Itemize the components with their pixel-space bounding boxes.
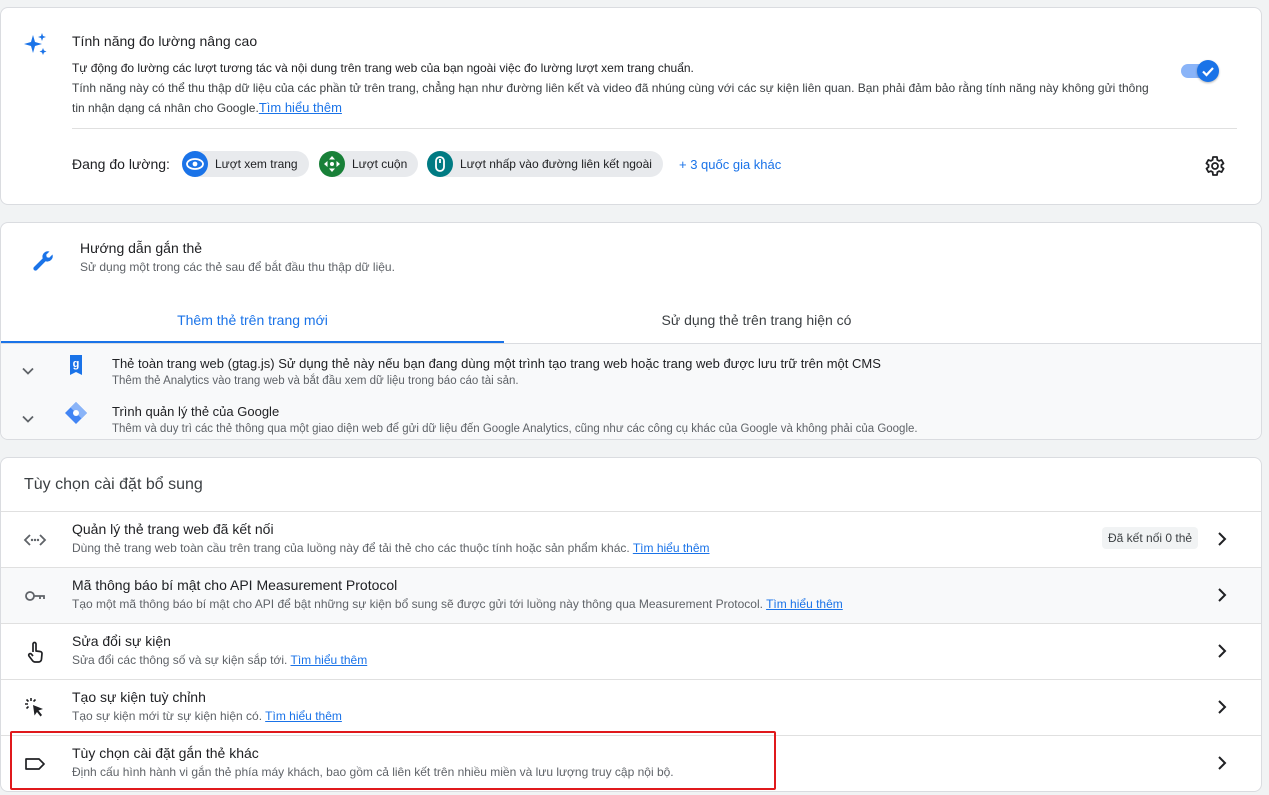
more-events-link[interactable]: + 3 quốc gia khác — [679, 157, 781, 172]
row-title: Sửa đổi sự kiện — [72, 633, 171, 649]
label-icon — [25, 758, 45, 770]
scroll-icon — [319, 151, 345, 177]
key-icon — [25, 591, 45, 601]
learn-more-link[interactable]: Tìm hiểu thêm — [265, 709, 342, 723]
row-other-tag-settings[interactable]: Tùy chọn cài đặt gắn thẻ khác Định cấu h… — [1, 735, 1261, 791]
click-icon — [25, 698, 43, 717]
eye-icon — [182, 151, 208, 177]
touch-icon — [27, 641, 43, 663]
chevron-right-icon[interactable] — [1212, 753, 1232, 773]
gear-icon[interactable] — [1202, 154, 1226, 178]
enhanced-measurement-card: Tính năng đo lường nâng cao Tự động đo l… — [0, 7, 1262, 205]
option-desc: Thêm thẻ Analytics vào trang web và bắt … — [112, 375, 519, 387]
chip-label: Lượt xem trang — [215, 157, 298, 171]
row-desc-text: Dùng thẻ trang web toàn cầu trên trang c… — [72, 541, 630, 555]
chip-label: Lượt nhấp vào đường liên kết ngoài — [460, 157, 652, 171]
chevron-down-icon[interactable] — [19, 410, 37, 428]
row-desc: Định cấu hình hành vi gắn thẻ phía máy k… — [72, 765, 674, 779]
chip-page-views: Lượt xem trang — [182, 151, 309, 177]
learn-more-link[interactable]: Tìm hiểu thêm — [259, 100, 342, 115]
row-desc-text: Tạo sự kiện mới từ sự kiện hiện có. — [72, 709, 263, 723]
learn-more-link[interactable]: Tìm hiểu thêm — [633, 541, 710, 555]
gtag-icon: g — [70, 355, 82, 375]
chevron-right-icon[interactable] — [1212, 641, 1232, 661]
learn-more-link[interactable]: Tìm hiểu thêm — [766, 597, 843, 611]
chip-outbound-clicks: Lượt nhấp vào đường liên kết ngoài — [427, 151, 663, 177]
connected-count-badge: Đã kết nối 0 thẻ — [1102, 527, 1199, 549]
option-desc: Thêm và duy trì các thẻ thông qua một gi… — [112, 423, 918, 435]
divider — [72, 128, 1237, 129]
chip-label: Lượt cuộn — [352, 157, 408, 171]
enhanced-desc-1: Tự động đo lường các lượt tương tác và n… — [72, 61, 694, 75]
row-title: Mã thông báo bí mật cho API Measurement … — [72, 577, 398, 593]
option-title: Trình quản lý thẻ của Google — [112, 404, 280, 419]
row-desc: Sửa đổi các thông số và sự kiện sắp tới.… — [72, 653, 367, 667]
row-mp-secret[interactable]: Mã thông báo bí mật cho API Measurement … — [1, 567, 1261, 623]
row-desc: Tạo một mã thông báo bí mật cho API để b… — [72, 597, 843, 611]
sparkle-icon — [24, 33, 47, 55]
toggle-knob — [1197, 60, 1219, 82]
additional-settings-card: Tùy chọn cài đặt bổ sung Quản lý thẻ tra… — [0, 457, 1262, 792]
row-connected-tags[interactable]: Quản lý thẻ trang web đã kết nối Dùng th… — [1, 511, 1261, 567]
chip-scrolls: Lượt cuộn — [319, 151, 419, 177]
chevron-right-icon[interactable] — [1212, 585, 1232, 605]
mouse-icon — [427, 151, 453, 177]
svg-text:g: g — [73, 358, 80, 370]
row-desc-text: Tạo một mã thông báo bí mật cho API để b… — [72, 597, 763, 611]
option-gtm[interactable]: Trình quản lý thẻ của Google Thêm và duy… — [1, 396, 1261, 440]
tab-existing-page[interactable]: Sử dụng thẻ trên trang hiện có — [504, 312, 1009, 342]
additional-heading: Tùy chọn cài đặt bổ sung — [24, 476, 203, 493]
check-icon — [1202, 67, 1214, 77]
tag-options: g Thẻ toàn trang web (gtag.js) Sử dụng t… — [1, 344, 1261, 439]
row-title: Tạo sự kiện tuỳ chỉnh — [72, 689, 206, 705]
measuring-label: Đang đo lường: — [72, 156, 170, 172]
row-modify-events[interactable]: Sửa đổi sự kiện Sửa đổi các thông số và … — [1, 623, 1261, 679]
option-gtag[interactable]: g Thẻ toàn trang web (gtag.js) Sử dụng t… — [1, 348, 1261, 392]
row-create-events[interactable]: Tạo sự kiện tuỳ chỉnh Tạo sự kiện mới từ… — [1, 679, 1261, 735]
tagging-instructions-card: Hướng dẫn gắn thẻ Sử dụng một trong các … — [0, 222, 1262, 440]
row-title: Tùy chọn cài đặt gắn thẻ khác — [72, 745, 259, 761]
gtm-icon — [65, 402, 87, 424]
row-title: Quản lý thẻ trang web đã kết nối — [72, 521, 274, 537]
chevron-down-icon[interactable] — [19, 362, 37, 380]
row-desc: Tạo sự kiện mới từ sự kiện hiện có. Tìm … — [72, 709, 342, 723]
enhanced-desc-text: Tính năng này có thể thu thập dữ liệu củ… — [72, 81, 1149, 115]
option-title: Thẻ toàn trang web (gtag.js) Sử dụng thẻ… — [112, 356, 881, 371]
tab-new-page[interactable]: Thêm thẻ trên trang mới — [1, 312, 504, 342]
enhanced-title: Tính năng đo lường nâng cao — [72, 33, 258, 49]
row-desc-text: Sửa đổi các thông số và sự kiện sắp tới. — [72, 653, 288, 667]
learn-more-link[interactable]: Tìm hiểu thêm — [291, 653, 368, 667]
tagging-subtitle: Sử dụng một trong các thẻ sau để bắt đầu… — [80, 260, 395, 274]
tagging-title: Hướng dẫn gắn thẻ — [80, 240, 203, 256]
wrench-icon — [33, 251, 53, 271]
enhanced-desc-2: Tính năng này có thể thu thập dữ liệu củ… — [72, 79, 1162, 118]
chevron-right-icon[interactable] — [1212, 697, 1232, 717]
row-desc: Dùng thẻ trang web toàn cầu trên trang c… — [72, 541, 710, 555]
chevron-right-icon[interactable] — [1212, 529, 1232, 549]
code-arrows-icon — [23, 534, 47, 546]
enhanced-toggle[interactable] — [1181, 60, 1219, 82]
